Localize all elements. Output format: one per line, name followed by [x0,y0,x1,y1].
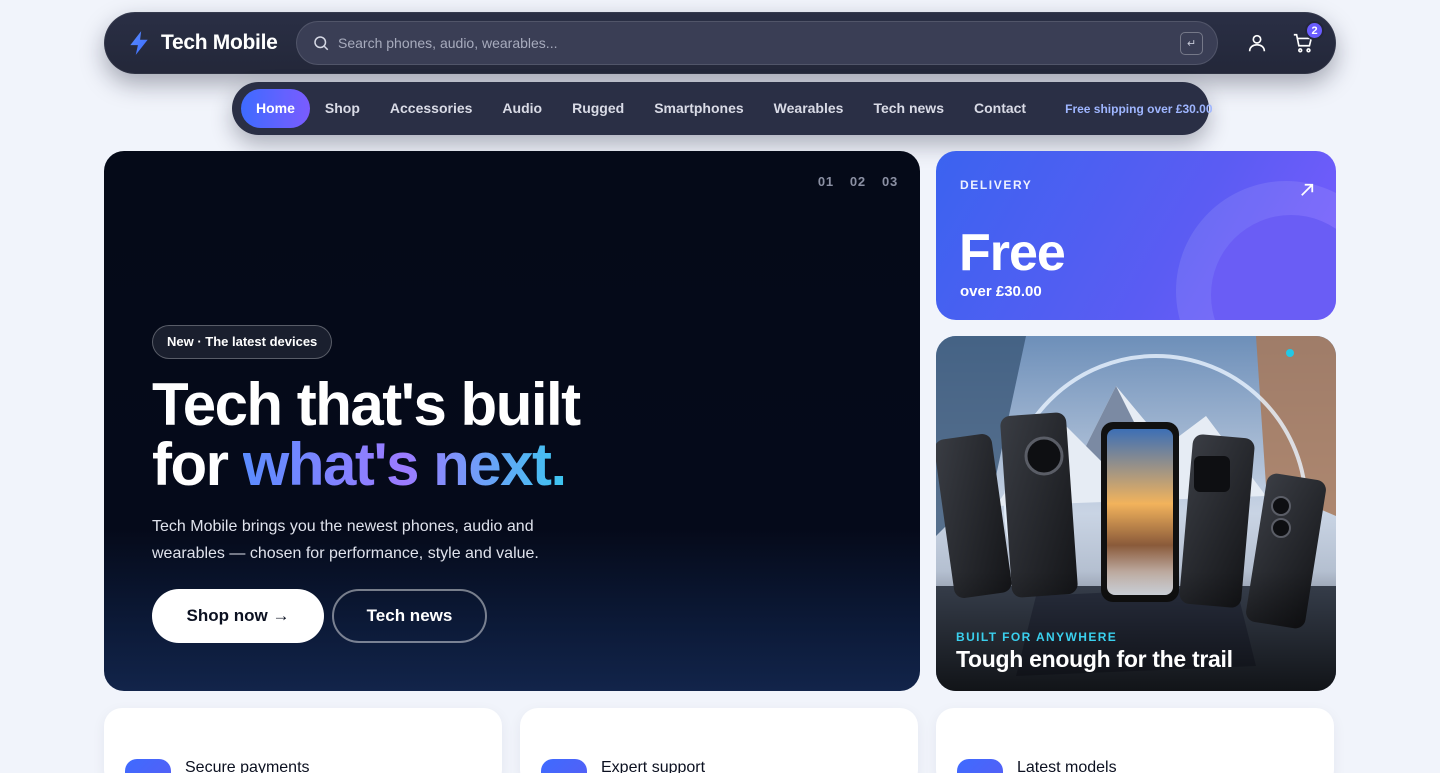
hero-banner: 01 02 03 New · The latest devices Tech t… [104,151,920,691]
latest-models-icon [957,759,1003,773]
search-icon [314,36,329,51]
feature-title: Expert support [601,759,706,773]
hero-description: Tech Mobile brings you the newest phones… [152,518,539,562]
expert-support-icon [541,759,587,773]
delivery-promo-card[interactable]: DELIVERY Free over £30.00 [936,151,1336,320]
slide-indicator-2[interactable]: 02 [850,174,866,189]
slide-indicator-1[interactable]: 01 [818,174,834,189]
nav-item-contact[interactable]: Contact [959,89,1041,128]
bolt-icon [130,31,148,55]
feature-card-secure-payments: Secure payments [104,708,502,773]
free-shipping-note: Free shipping over £30.00 [1065,101,1213,116]
hero-title: Tech that's built for what's next. [152,375,581,498]
nav-item-rugged[interactable]: Rugged [557,89,639,128]
feature-card-expert-support: Expert support [520,708,918,773]
header-bar: Tech Mobile ↵ 2 [104,12,1336,74]
cart-count-badge: 2 [1305,21,1324,40]
feature-title: Secure payments [185,759,310,773]
secure-payments-icon [125,759,171,773]
feature-card-latest-models: Latest models [936,708,1334,773]
shop-now-button[interactable]: Shop now → [152,589,324,643]
brand-name: Tech Mobile [161,31,278,54]
rugged-label: BUILT FOR ANYWHERE [956,630,1118,644]
hero-title-line1: Tech that's built [152,371,581,438]
main-nav: Home Shop Accessories Audio Rugged Smart… [232,82,1213,135]
nav-item-wearables[interactable]: Wearables [759,89,859,128]
hero-tag-pill: New · The latest devices [152,325,333,359]
user-icon [1248,34,1266,52]
arrow-up-right-icon[interactable] [1298,181,1316,199]
search-input[interactable] [338,35,1158,51]
feature-title: Latest models [1017,759,1117,773]
rugged-promo-card[interactable]: BUILT FOR ANYWHERE Tough enough for the … [936,336,1336,691]
delivery-label: DELIVERY [960,178,1033,192]
rugged-title: Tough enough for the trail [956,646,1233,672]
nav-item-tech-news[interactable]: Tech news [858,89,959,128]
nav-item-shop[interactable]: Shop [310,89,375,128]
search-bar[interactable]: ↵ [296,21,1218,65]
delivery-headline: Free [959,224,1066,282]
delivery-subtext: over £30.00 [960,283,1042,300]
brand-logo[interactable]: Tech Mobile [126,30,296,56]
hero-title-highlight: what's next. [242,431,568,498]
slide-indicators: 01 02 03 [818,174,898,189]
nav-item-smartphones[interactable]: Smartphones [639,89,758,128]
nav-item-audio[interactable]: Audio [487,89,557,128]
slide-indicator-3[interactable]: 03 [882,174,898,189]
account-button[interactable] [1246,32,1268,54]
hero-title-line2: for [152,431,243,498]
nav-item-accessories[interactable]: Accessories [375,89,488,128]
enter-key-hint: ↵ [1180,32,1203,55]
nav-item-home[interactable]: Home [241,89,310,128]
tech-news-button[interactable]: Tech news [332,589,487,643]
cart-button[interactable]: 2 [1292,21,1324,54]
